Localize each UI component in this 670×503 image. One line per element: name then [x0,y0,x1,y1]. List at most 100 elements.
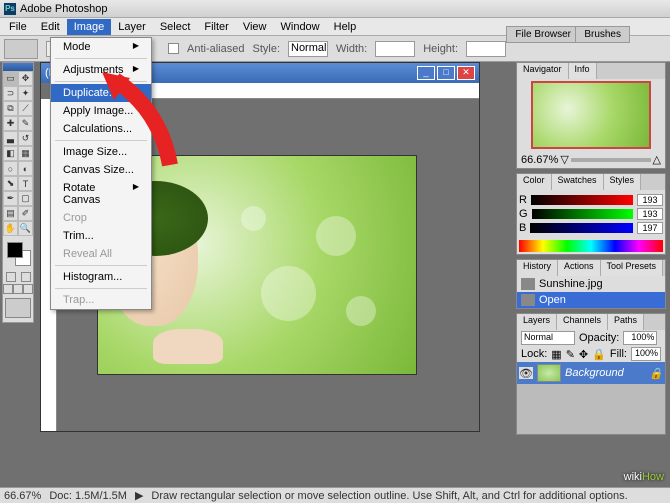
lock-position-icon[interactable]: ✥ [579,348,588,361]
slice-tool[interactable]: ⟋ [18,101,33,116]
style-select[interactable]: Normal [288,41,328,57]
status-doc[interactable]: Doc: 1.5M/1.5M [49,490,127,502]
menu-apply-image[interactable]: Apply Image... [51,102,151,120]
minimize-button[interactable]: _ [417,66,435,80]
navigator-zoom-value[interactable]: 66.67% [521,154,558,166]
info-tab[interactable]: Info [569,63,597,79]
blur-tool[interactable]: ○ [3,161,18,176]
tab-file-browser[interactable]: File Browser [506,26,580,43]
eyedropper-tool[interactable]: ✐ [18,206,33,221]
tab-brushes[interactable]: Brushes [575,26,630,43]
lock-all-icon[interactable]: 🔒 [592,348,606,361]
menu-mode[interactable]: Mode▶ [51,38,151,56]
lock-icon: 🔒 [649,367,663,380]
heal-tool[interactable]: ✚ [3,116,18,131]
menu-duplicate[interactable]: Duplicate... [51,84,151,102]
menu-help[interactable]: Help [327,19,364,35]
menu-edit[interactable]: Edit [34,19,67,35]
pen-tool[interactable]: ✒ [3,191,18,206]
actions-tab[interactable]: Actions [558,260,601,276]
menu-calculations[interactable]: Calculations... [51,120,151,138]
type-tool[interactable]: T [18,176,33,191]
screen-standard[interactable] [3,284,13,294]
eraser-tool[interactable]: ◧ [3,146,18,161]
zoom-tool[interactable]: 🔍 [18,221,33,236]
layers-tab[interactable]: Layers [517,314,557,330]
navigator-thumbnail[interactable] [531,81,651,149]
navigator-tab[interactable]: Navigator [517,63,569,79]
color-tab[interactable]: Color [517,174,552,190]
menu-image-size[interactable]: Image Size... [51,143,151,161]
maximize-button[interactable]: □ [437,66,455,80]
fill-input[interactable]: 100% [631,347,661,361]
foreground-color[interactable] [7,242,23,258]
screen-full-menu[interactable] [13,284,23,294]
toolpresets-tab[interactable]: Tool Presets [601,260,664,276]
hand-tool[interactable]: ✋ [3,221,18,236]
notes-tool[interactable]: ▤ [3,206,18,221]
g-slider[interactable] [532,209,633,219]
quickmask-on[interactable] [21,272,31,282]
swatches-tab[interactable]: Swatches [552,174,604,190]
path-tool[interactable]: ⬊ [3,176,18,191]
blend-mode-select[interactable]: Normal [521,331,575,345]
b-slider[interactable] [530,223,633,233]
channels-tab[interactable]: Channels [557,314,608,330]
styles-tab[interactable]: Styles [604,174,642,190]
close-button[interactable]: ✕ [457,66,475,80]
height-input[interactable] [466,41,506,57]
jump-to-imageready[interactable] [5,298,31,318]
history-tab[interactable]: History [517,260,558,276]
marquee-tool[interactable]: ▭ [3,71,18,86]
dodge-tool[interactable]: ◐ [18,161,33,176]
zoom-slider[interactable] [571,158,651,162]
lasso-tool[interactable]: ⊃ [3,86,18,101]
b-value[interactable]: 197 [637,222,663,234]
history-state-open[interactable]: Open [517,292,665,308]
screen-full[interactable] [23,284,33,294]
titlebar: Ps Adobe Photoshop [0,0,670,18]
toolbox-header[interactable] [3,63,33,71]
gradient-tool[interactable]: ▦ [18,146,33,161]
menu-histogram[interactable]: Histogram... [51,268,151,286]
visibility-icon[interactable]: 👁 [519,367,533,379]
g-value[interactable]: 193 [637,208,663,220]
menu-view[interactable]: View [236,19,274,35]
layer-thumbnail[interactable] [537,364,561,382]
history-brush-tool[interactable]: ↺ [18,131,33,146]
menu-adjustments[interactable]: Adjustments▶ [51,61,151,79]
menu-trim[interactable]: Trim... [51,227,151,245]
color-swatches[interactable] [5,240,31,268]
stamp-tool[interactable]: ▃ [3,131,18,146]
paths-tab[interactable]: Paths [608,314,644,330]
color-spectrum[interactable] [519,240,663,252]
wand-tool[interactable]: ✦ [18,86,33,101]
status-zoom[interactable]: 66.67% [4,490,41,502]
opacity-input[interactable]: 100% [623,331,657,345]
lock-transparent-icon[interactable]: ▦ [551,348,561,361]
menu-canvas-size[interactable]: Canvas Size... [51,161,151,179]
zoom-out-icon[interactable]: ▽ [560,153,568,166]
zoom-in-icon[interactable]: △ [653,153,661,166]
shape-tool[interactable]: ▢ [18,191,33,206]
menu-rotate-canvas[interactable]: Rotate Canvas▶ [51,179,151,209]
tool-preset-picker[interactable] [4,39,38,59]
layer-background[interactable]: 👁 Background 🔒 [517,362,665,384]
move-tool[interactable]: ✥ [18,71,33,86]
quickmask-off[interactable] [6,272,16,282]
menu-window[interactable]: Window [274,19,327,35]
r-slider[interactable] [531,195,633,205]
r-value[interactable]: 193 [637,194,663,206]
menu-file[interactable]: File [2,19,34,35]
menu-layer[interactable]: Layer [111,19,153,35]
width-input[interactable] [375,41,415,57]
crop-tool[interactable]: ⧉ [3,101,18,116]
antialiased-checkbox[interactable] [168,43,179,54]
brush-tool[interactable]: ✎ [18,116,33,131]
menu-filter[interactable]: Filter [197,19,235,35]
open-icon [521,294,535,306]
menu-image[interactable]: Image [67,19,112,35]
lock-pixels-icon[interactable]: ✎ [566,348,575,361]
history-snapshot[interactable]: Sunshine.jpg [517,276,665,292]
menu-select[interactable]: Select [153,19,198,35]
